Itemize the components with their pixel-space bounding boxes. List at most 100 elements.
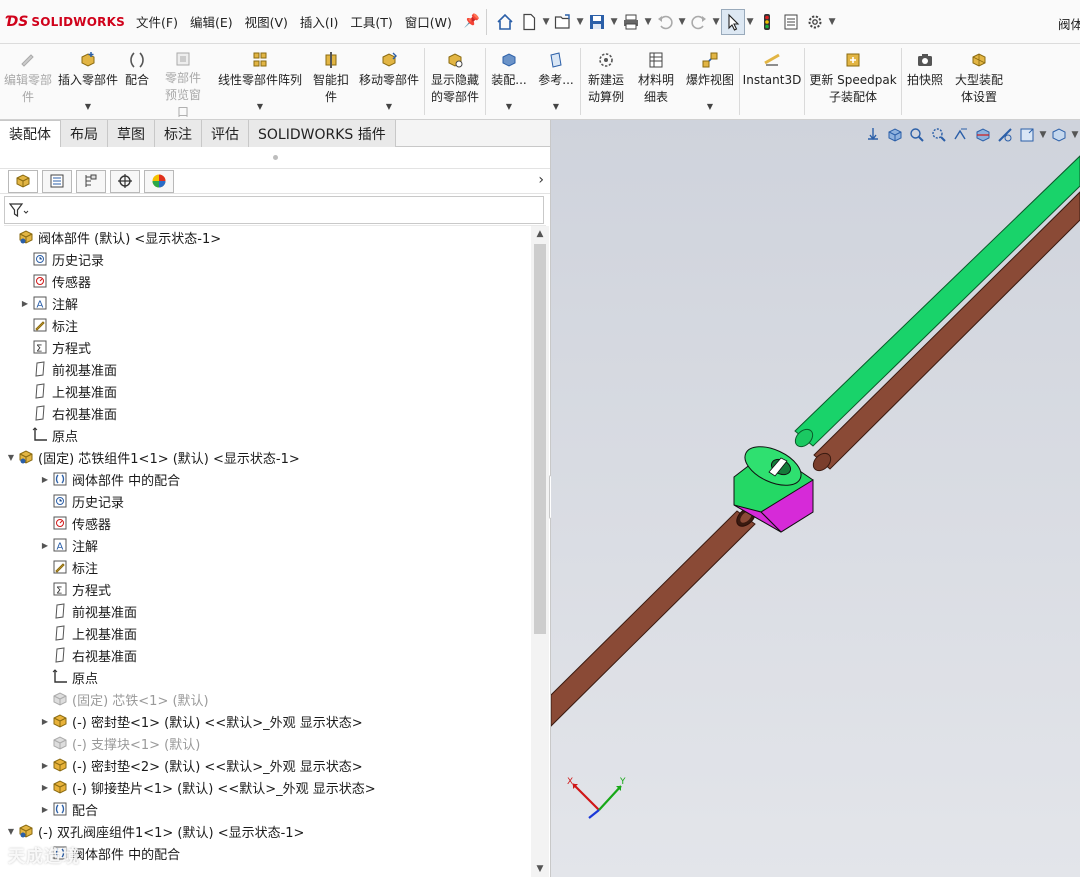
insert-component-button[interactable]: 插入零部件 ▼ xyxy=(56,44,120,119)
solidworks-logo[interactable]: ƊS SOLIDWORKS xyxy=(0,14,130,30)
move-component-button[interactable]: 移动零部件 ▼ xyxy=(354,44,424,119)
filter-icon[interactable] xyxy=(9,202,29,218)
menu-tools[interactable]: 工具(T) xyxy=(344,12,398,31)
tree-row[interactable]: ▼ (固定) 芯铁组件1<1> (默认) <显示状态-1> xyxy=(0,446,530,468)
collapse-arrow-icon[interactable]: ▼ xyxy=(4,453,18,462)
model-view[interactable]: X Y xyxy=(551,120,1080,877)
expand-arrow-icon[interactable]: ▶ xyxy=(18,299,32,308)
tree-row[interactable]: ▶ A 注解 xyxy=(0,292,530,314)
tree-row[interactable]: (固定) 芯铁<1> (默认) xyxy=(0,688,530,710)
exploded-view-button[interactable]: 爆炸视图 ▼ xyxy=(681,44,739,119)
feature-manager-tab-icon[interactable] xyxy=(8,169,38,193)
reference-geometry-button[interactable]: 参考... ▼ xyxy=(532,44,580,119)
redo-icon[interactable] xyxy=(687,9,711,35)
chevron-down-icon[interactable]: ▼ xyxy=(711,17,721,27)
tree-row[interactable]: ▼ (-) 双孔阀座组件1<1> (默认) <显示状态-1> xyxy=(0,820,530,842)
tree-row[interactable]: ▶ (-) 密封垫<1> (默认) <<默认>_外观 显示状态> xyxy=(0,710,530,732)
tree-row[interactable]: Σ 方程式 xyxy=(0,336,530,358)
tree-scrollbar[interactable]: ▲ ▼ xyxy=(531,226,549,877)
scrollbar-thumb[interactable] xyxy=(534,244,546,634)
configuration-manager-tab-icon[interactable] xyxy=(76,169,106,193)
tree-row[interactable]: Σ 方程式 xyxy=(0,578,530,600)
menu-window[interactable]: 窗口(W) xyxy=(399,12,458,31)
new-document-icon[interactable] xyxy=(517,9,541,35)
green-rod[interactable] xyxy=(792,155,1080,450)
chevron-down-icon[interactable]: ▼ xyxy=(609,17,619,27)
expand-arrow-icon[interactable]: ▶ xyxy=(38,805,52,814)
chevron-down-icon[interactable]: ▼ xyxy=(827,17,837,27)
collapse-arrow-icon[interactable]: ▼ xyxy=(4,827,18,836)
tab-evaluate[interactable]: 评估 xyxy=(202,120,249,147)
chevron-right-icon[interactable]: › xyxy=(538,172,544,188)
tab-markup[interactable]: 标注 xyxy=(155,120,202,147)
tree-row[interactable]: 传感器 xyxy=(0,270,530,292)
expand-arrow-icon[interactable]: ▶ xyxy=(38,541,52,550)
open-folder-icon[interactable] xyxy=(551,9,575,35)
graphics-area[interactable]: X Y ▼ ▼ xyxy=(551,120,1080,877)
menu-file[interactable]: 文件(F) xyxy=(130,12,184,31)
tree-row[interactable]: ▶ 阀体部件 中的配合 xyxy=(0,468,530,490)
chevron-down-icon[interactable]: ▼ xyxy=(1070,130,1080,140)
expand-arrow-icon[interactable]: ▶ xyxy=(38,761,52,770)
update-speedpak-button[interactable]: 更新 Speedpak 子装配体 xyxy=(805,44,901,119)
display-style-icon[interactable] xyxy=(1048,124,1070,146)
tab-assembly[interactable]: 装配体 xyxy=(0,120,61,147)
chevron-down-icon[interactable]: ▼ xyxy=(643,17,653,27)
tab-layout[interactable]: 布局 xyxy=(61,120,108,147)
chevron-down-icon[interactable]: ▼ xyxy=(1038,130,1048,140)
display-manager-tab-icon[interactable] xyxy=(144,169,174,193)
filter-input[interactable] xyxy=(4,195,544,224)
chevron-down-icon[interactable]: ▼ xyxy=(575,17,585,27)
cube-view-icon[interactable] xyxy=(884,124,906,146)
tree-row[interactable]: 前视基准面 xyxy=(0,358,530,380)
zoom-to-fit-icon[interactable] xyxy=(906,124,928,146)
instant3d-button[interactable]: Instant3D xyxy=(740,44,804,119)
select-cursor-icon[interactable] xyxy=(721,8,746,35)
tree-row[interactable]: ▶ 配合 xyxy=(0,798,530,820)
bill-of-materials-button[interactable]: 材料明细表 xyxy=(631,44,681,119)
tree-row[interactable]: 前视基准面 xyxy=(0,600,530,622)
new-motion-study-button[interactable]: 新建运动算例 xyxy=(581,44,631,119)
tree-row[interactable]: (-) 支撑块<1> (默认) xyxy=(0,732,530,754)
chevron-down-icon[interactable]: ▼ xyxy=(386,98,392,115)
chevron-down-icon[interactable]: ▼ xyxy=(257,98,263,115)
show-hidden-components-button[interactable]: 显示隐藏的零部件 xyxy=(425,44,485,119)
tree-row[interactable]: 上视基准面 xyxy=(0,622,530,644)
chevron-down-icon[interactable]: ▼ xyxy=(85,98,91,115)
linear-pattern-button[interactable]: 线性零部件阵列 ▼ xyxy=(212,44,308,119)
chevron-down-icon[interactable]: ▼ xyxy=(707,98,713,115)
assembly-features-button[interactable]: 装配... ▼ xyxy=(486,44,532,119)
large-assembly-settings-button[interactable]: 大型装配体设置 xyxy=(948,44,1010,119)
pin-icon[interactable]: 📌 xyxy=(464,14,480,29)
expand-arrow-icon[interactable]: ▶ xyxy=(38,783,52,792)
brown-rod-upper[interactable] xyxy=(810,191,1080,474)
section-view-icon[interactable] xyxy=(972,124,994,146)
chevron-down-icon[interactable]: ▼ xyxy=(745,17,755,27)
menu-view[interactable]: 视图(V) xyxy=(239,12,294,31)
scroll-down-icon[interactable]: ▼ xyxy=(531,861,549,877)
view-orientation-icon[interactable] xyxy=(862,124,884,146)
take-snapshot-button[interactable]: 拍快照 xyxy=(902,44,948,119)
save-icon[interactable] xyxy=(585,9,609,35)
tab-addins[interactable]: SOLIDWORKS 插件 xyxy=(249,120,396,147)
mate-button[interactable]: 配合 xyxy=(120,44,154,119)
tree-row[interactable]: 标注 xyxy=(0,556,530,578)
tree-row[interactable]: ▶ (-) 铆接垫片<1> (默认) <<默认>_外观 显示状态> xyxy=(0,776,530,798)
tree-row[interactable]: 原点 xyxy=(0,666,530,688)
view-settings-icon[interactable] xyxy=(1016,124,1038,146)
undo-icon[interactable] xyxy=(653,9,677,35)
tree-row[interactable]: 历史记录 xyxy=(0,248,530,270)
brown-rod-lower[interactable] xyxy=(551,504,759,727)
dimxpert-tab-icon[interactable] xyxy=(110,169,140,193)
tree-row[interactable]: 原点 xyxy=(0,424,530,446)
smart-fasteners-button[interactable]: 智能扣件 xyxy=(308,44,354,119)
rebuild-icon[interactable] xyxy=(755,9,779,35)
chevron-down-icon[interactable]: ▼ xyxy=(677,17,687,27)
property-manager-tab-icon[interactable] xyxy=(42,169,72,193)
options-gear-icon[interactable] xyxy=(803,9,827,35)
tree-row[interactable]: 右视基准面 xyxy=(0,402,530,424)
tree-row[interactable]: 阀体部件 (默认) <显示状态-1> xyxy=(0,226,530,248)
scroll-up-icon[interactable]: ▲ xyxy=(531,226,549,242)
tree-row[interactable]: 标注 xyxy=(0,314,530,336)
chevron-down-icon[interactable]: ▼ xyxy=(553,98,559,115)
